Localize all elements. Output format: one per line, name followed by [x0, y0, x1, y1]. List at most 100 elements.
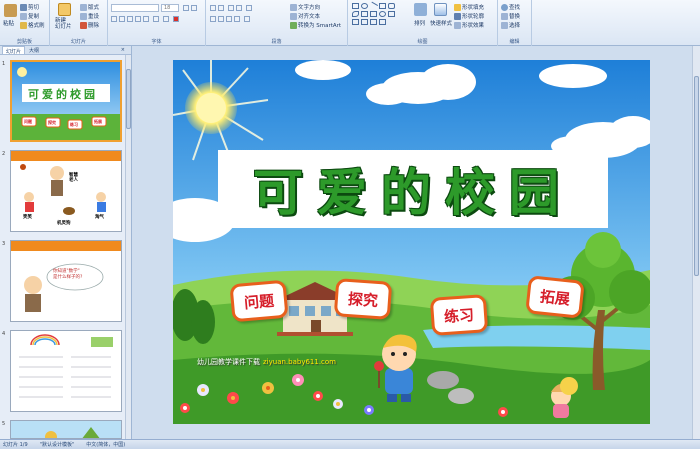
thumbnail-slide-2[interactable]: 智慧 老人 笑笑 淘气 机灵狗 [10, 150, 122, 232]
thumbnail-slide-5[interactable] [10, 420, 122, 439]
group-drawing: 排列 快速样式 形状填充 形状轮廓 形状效果 绘图 [348, 0, 498, 46]
format-painter-button[interactable]: 格式刷 [20, 21, 45, 29]
watermark: 幼儿园教学课件下载 ziyuan.baby611.com [197, 357, 336, 367]
delete-slide-button[interactable]: 删除 [80, 21, 99, 29]
binoculars-icon [501, 3, 508, 11]
grow-font-icon[interactable] [183, 5, 189, 11]
cursor-icon [501, 21, 508, 29]
scrollbar-thumb[interactable] [694, 76, 699, 276]
reset-button[interactable]: 重设 [80, 12, 99, 20]
close-icon[interactable]: × [118, 46, 128, 54]
underline-icon[interactable] [127, 16, 133, 22]
group-paragraph: 文字方向 对齐文本 转换为 SmartArt 段落 [206, 0, 348, 46]
case-icon[interactable] [163, 16, 169, 22]
paste-button[interactable]: 粘贴 [3, 19, 14, 27]
shape-effects-button[interactable]: 形状效果 [454, 21, 484, 29]
shape-rectangle-icon[interactable] [352, 3, 359, 9]
group-label: 幻灯片 [70, 39, 86, 45]
align-center-icon[interactable] [218, 16, 224, 22]
shape-oval-icon[interactable] [361, 3, 368, 9]
shape-freeform-icon[interactable] [379, 19, 386, 25]
arrange-icon[interactable] [414, 3, 427, 16]
bold-icon[interactable] [111, 16, 117, 22]
columns-icon[interactable] [244, 16, 250, 22]
thumb-1-badge: 拓展 [94, 119, 102, 124]
shape-arrow-icon[interactable] [370, 11, 377, 17]
shape-line-icon[interactable] [368, 1, 379, 11]
font-name-box[interactable] [111, 4, 159, 12]
editor-scrollbar[interactable] [692, 46, 700, 439]
shadow-icon[interactable] [143, 16, 149, 22]
shrink-font-icon[interactable] [191, 5, 197, 11]
shape-curve-icon[interactable] [370, 19, 377, 25]
speech-bubble-text: 你知道"数学" 是什么样子的? [53, 269, 83, 280]
smartart-button[interactable]: 转换为 SmartArt [290, 21, 341, 29]
align-text-button[interactable]: 对齐文本 [290, 12, 320, 20]
font-color-icon[interactable] [173, 16, 179, 22]
bullets-icon[interactable] [210, 5, 216, 11]
outdent-icon[interactable] [236, 5, 242, 11]
select-button[interactable]: 选择 [501, 21, 520, 29]
slide-canvas[interactable]: 可爱的校园 问题 探究 练习 拓展 幼儿园教学课件下载 ziyuan.baby61… [173, 60, 650, 424]
quick-styles-button[interactable]: 快速样式 [430, 19, 452, 27]
shape-callout-icon[interactable] [379, 3, 386, 9]
language-indicator[interactable]: 中文(简体，中国) [86, 441, 125, 448]
layout-button[interactable]: 版式 [80, 3, 99, 11]
group-font: 18 字体 [108, 0, 206, 46]
shape-triangle-icon[interactable] [361, 11, 368, 17]
badge-wenti[interactable]: 问题 [229, 279, 289, 323]
tab-slides[interactable]: 幻灯片 [2, 46, 26, 55]
shape-rounded-icon[interactable] [388, 3, 395, 9]
align-text-icon [290, 12, 297, 20]
justify-icon[interactable] [234, 16, 240, 22]
group-clipboard: 粘贴 剪切 复制 格式刷 剪贴板 [0, 0, 50, 46]
new-slide-button[interactable]: 新建 幻灯片 [55, 18, 72, 30]
indent-icon[interactable] [228, 5, 234, 11]
thumbnail-slide-3[interactable]: 你知道"数学" 是什么样子的? [10, 240, 122, 322]
text-direction-button[interactable]: 文字方向 [290, 3, 320, 11]
align-right-icon[interactable] [226, 16, 232, 22]
text-direction-icon [290, 3, 297, 11]
ribbon: 粘贴 剪切 复制 格式刷 剪贴板 新建 幻灯片 版式 重设 删除 幻灯片 18 … [0, 0, 700, 46]
scrollbar-thumb[interactable] [126, 69, 131, 129]
thumb-3-art [11, 241, 121, 312]
font-size-box[interactable]: 18 [161, 4, 179, 12]
shape-brace-icon[interactable] [352, 19, 359, 25]
group-label: 段落 [271, 39, 282, 45]
line-spacing-icon[interactable] [246, 5, 252, 11]
strikethrough-icon[interactable] [135, 16, 141, 22]
shape-bracket-icon[interactable] [361, 19, 368, 25]
thumb-number: 2 [2, 151, 6, 157]
thumb-5-art [11, 421, 121, 438]
quick-styles-icon[interactable] [434, 3, 447, 16]
badge-tanjiu[interactable]: 探究 [333, 278, 393, 320]
numbering-icon[interactable] [218, 5, 224, 11]
badge-tuozhan[interactable]: 拓展 [525, 275, 585, 319]
thumbnail-slide-1[interactable]: 可爱的校园 问题 探究 练习 拓展 [10, 60, 122, 142]
shape-circle-icon[interactable] [379, 11, 386, 17]
thumb-number: 5 [2, 421, 6, 427]
cut-button[interactable]: 剪切 [20, 3, 39, 11]
align-left-icon[interactable] [210, 16, 216, 22]
slide-counter: 幻灯片 1/9 [3, 442, 28, 448]
thumbnail-slide-4[interactable] [10, 330, 122, 412]
spacing-icon[interactable] [153, 16, 159, 22]
arrange-button[interactable]: 排列 [414, 19, 425, 27]
copy-button[interactable]: 复制 [20, 12, 39, 20]
replace-button[interactable]: 替换 [501, 12, 520, 20]
title-box[interactable]: 可爱的校园 [218, 150, 608, 228]
shape-outline-button[interactable]: 形状轮廓 [454, 12, 484, 20]
shape-star-icon[interactable] [388, 11, 395, 17]
new-slide-icon[interactable] [58, 3, 71, 16]
italic-icon[interactable] [119, 16, 125, 22]
shape-arc-icon[interactable] [352, 11, 359, 17]
shape-fill-button[interactable]: 形状填充 [454, 3, 484, 11]
badge-lianxi[interactable]: 练习 [429, 294, 489, 336]
thumb-1-title: 可爱的校园 [28, 88, 98, 101]
find-button[interactable]: 查找 [501, 3, 520, 11]
status-bar: 幻灯片 1/9 "默认设计模板" 中文(简体，中国) [0, 439, 700, 449]
tab-outline[interactable]: 大纲 [26, 46, 42, 54]
thumb-4-art [19, 334, 113, 398]
paste-icon[interactable] [4, 4, 17, 17]
pane-scrollbar[interactable] [125, 55, 131, 439]
